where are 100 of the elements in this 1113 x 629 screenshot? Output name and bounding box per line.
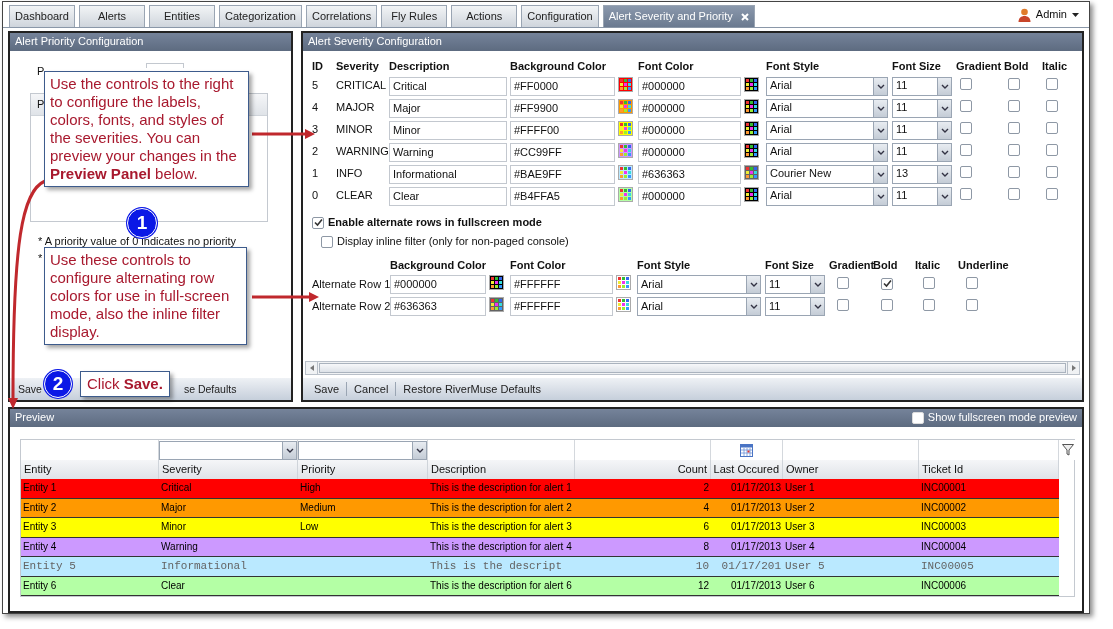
restore-defaults-button[interactable]: se Defaults <box>181 382 239 396</box>
description-field[interactable]: Major <box>389 98 507 118</box>
filter-dropdown[interactable] <box>159 440 297 460</box>
color-field[interactable]: #000000 <box>638 186 741 206</box>
color-field[interactable]: #FFFF00 <box>510 120 615 140</box>
tab[interactable]: Dashboard <box>9 5 75 27</box>
checkbox[interactable] <box>960 100 972 113</box>
color-picker-button[interactable] <box>618 186 633 202</box>
checkbox[interactable] <box>1008 144 1020 157</box>
checkbox[interactable] <box>923 276 935 289</box>
font-size-dropdown[interactable]: 11 <box>892 120 952 140</box>
description-field[interactable]: Informational <box>389 164 507 184</box>
color-picker-button[interactable] <box>489 297 504 313</box>
checkbox[interactable] <box>1008 100 1020 113</box>
font-size-dropdown[interactable]: 13 <box>892 164 952 184</box>
close-icon[interactable] <box>740 12 749 21</box>
description-field[interactable]: Warning <box>389 142 507 162</box>
color-picker-button[interactable] <box>618 142 633 158</box>
checkbox[interactable] <box>1008 122 1020 135</box>
checkbox[interactable] <box>960 188 972 201</box>
font-style-dropdown[interactable]: Arial <box>637 296 761 316</box>
color-field[interactable]: #000000 <box>638 98 741 118</box>
save-button[interactable]: Save <box>16 382 44 396</box>
color-field[interactable]: #BAE9FF <box>510 164 615 184</box>
checkbox[interactable] <box>1046 100 1058 113</box>
color-picker-button[interactable] <box>744 120 759 136</box>
checkbox[interactable] <box>1008 166 1020 179</box>
color-field[interactable]: #636363 <box>390 296 486 316</box>
color-field[interactable]: #000000 <box>390 274 486 294</box>
color-picker-button[interactable] <box>616 297 631 313</box>
tab[interactable]: Fly Rules <box>381 5 448 27</box>
checkbox[interactable] <box>966 276 978 289</box>
color-picker-button[interactable] <box>618 164 633 180</box>
caret-icon[interactable] <box>1072 12 1079 17</box>
color-field[interactable]: #000000 <box>638 76 741 96</box>
description-field[interactable]: Critical <box>389 76 507 96</box>
font-size-dropdown[interactable]: 11 <box>892 76 952 96</box>
color-picker-button[interactable] <box>744 186 759 202</box>
tab[interactable]: Alerts <box>79 5 145 27</box>
color-picker-button[interactable] <box>744 142 759 158</box>
color-picker-button[interactable] <box>489 275 504 291</box>
user-name[interactable]: Admin <box>1035 7 1067 22</box>
font-style-dropdown[interactable]: Courier New <box>766 164 888 184</box>
color-field[interactable]: #FF0000 <box>510 76 615 96</box>
checkbox[interactable] <box>1046 122 1058 135</box>
font-style-dropdown[interactable]: Arial <box>766 98 888 118</box>
input-field[interactable] <box>146 63 185 68</box>
tab[interactable]: Correlations <box>305 5 378 27</box>
color-field[interactable]: #FF9900 <box>510 98 615 118</box>
checkbox[interactable] <box>1046 78 1058 91</box>
color-field[interactable]: #B4FFA5 <box>510 186 615 206</box>
color-field[interactable]: #FFFFFF <box>510 274 613 294</box>
color-picker-button[interactable] <box>618 76 633 92</box>
color-picker-button[interactable] <box>616 275 631 291</box>
checkbox[interactable] <box>1046 144 1058 157</box>
checkbox[interactable] <box>837 276 849 289</box>
description-field[interactable]: Minor <box>389 120 507 140</box>
color-field[interactable]: #636363 <box>638 164 741 184</box>
color-field[interactable]: #CC99FF <box>510 142 615 162</box>
checkbox[interactable] <box>837 298 849 311</box>
tab[interactable]: Configuration <box>521 5 599 27</box>
checkbox[interactable] <box>923 298 935 311</box>
checkbox[interactable] <box>960 166 972 179</box>
description-field[interactable]: Clear <box>389 186 507 206</box>
color-field[interactable]: #000000 <box>638 142 741 162</box>
right-arrow-icon[interactable] <box>1071 365 1076 371</box>
save-button[interactable]: Save <box>307 382 347 396</box>
restore-defaults-button[interactable]: Restore RiverMuse Defaults <box>395 382 548 396</box>
checkbox[interactable] <box>881 277 893 290</box>
calendar-icon[interactable] <box>740 443 753 457</box>
font-size-dropdown[interactable]: 11 <box>892 142 952 162</box>
font-style-dropdown[interactable]: Arial <box>766 76 888 96</box>
checkbox[interactable] <box>1046 188 1058 201</box>
tab[interactable]: Entities <box>149 5 215 27</box>
checkbox[interactable] <box>1008 78 1020 91</box>
color-picker-button[interactable] <box>744 76 759 92</box>
cancel-button[interactable]: Cancel <box>346 382 396 396</box>
color-picker-button[interactable] <box>618 120 633 136</box>
color-picker-button[interactable] <box>744 98 759 114</box>
color-picker-button[interactable] <box>618 98 633 114</box>
font-size-dropdown[interactable]: 11 <box>892 98 952 118</box>
font-size-dropdown[interactable]: 11 <box>765 296 825 316</box>
checkbox[interactable] <box>966 298 978 311</box>
font-size-dropdown[interactable]: 11 <box>892 186 952 206</box>
checkbox[interactable] <box>960 78 972 91</box>
color-field[interactable]: #FFFFFF <box>510 296 613 316</box>
filter-dropdown[interactable] <box>298 440 427 460</box>
checkbox[interactable] <box>1008 188 1020 201</box>
tab[interactable]: Alert Severity and Priority <box>602 5 755 27</box>
checkbox[interactable] <box>1046 166 1058 179</box>
color-picker-button[interactable] <box>744 164 759 180</box>
font-style-dropdown[interactable]: Arial <box>637 274 761 294</box>
font-style-dropdown[interactable]: Arial <box>766 120 888 140</box>
checkbox[interactable] <box>881 298 893 311</box>
checkbox[interactable] <box>312 216 324 229</box>
checkbox[interactable] <box>960 122 972 135</box>
tab[interactable]: Actions <box>451 5 518 27</box>
font-style-dropdown[interactable]: Arial <box>766 186 888 206</box>
left-arrow-icon[interactable] <box>309 365 314 371</box>
scrollbar[interactable] <box>305 361 1080 375</box>
